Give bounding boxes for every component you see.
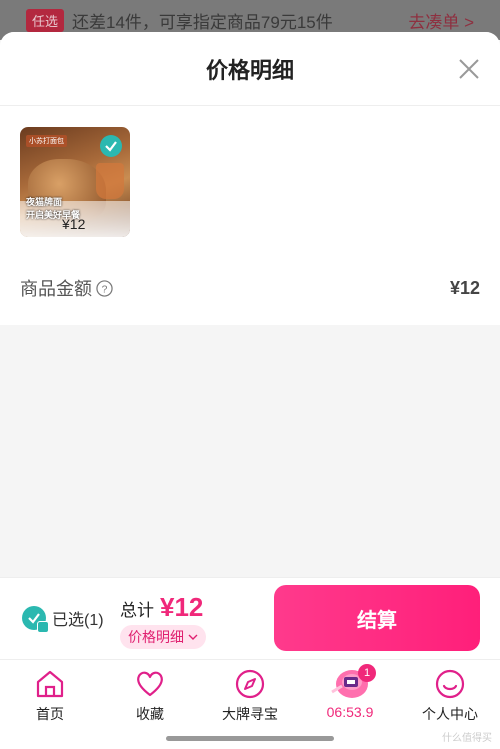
home-indicator[interactable]	[166, 736, 334, 741]
tab-home-label: 首页	[36, 706, 64, 722]
banner-text: 还差14件，可享指定商品79元15件	[72, 12, 333, 32]
total-value: ¥12	[160, 592, 204, 622]
lock-icon	[37, 621, 49, 633]
total: 总计 ¥12	[120, 592, 203, 623]
product-price: ¥12	[62, 216, 86, 232]
selected-check-icon	[22, 606, 49, 633]
tab-brand-hunt-label: 大牌寻宝	[222, 706, 278, 722]
chevron-down-icon	[188, 634, 198, 640]
countdown-timer: 06:53.9	[326, 704, 374, 720]
product-thumbnail[interactable]: 小苏打面包 夜猫牌面 开启美好早餐 ¥12	[20, 127, 130, 237]
compass-icon	[235, 669, 265, 699]
amount-value: ¥12	[449, 277, 480, 298]
tab-home[interactable]: 首页	[0, 660, 100, 749]
svg-text:?: ?	[102, 284, 108, 295]
sheet-content: 价格明细 小苏打面包 夜猫牌面 开启美好早餐 ¥12 商品金额 ? ¥12	[0, 32, 500, 325]
tab-profile-label: 个人中心	[422, 706, 478, 722]
select-all-toggle[interactable]: 已选(1)	[22, 606, 104, 633]
home-icon	[36, 670, 64, 698]
heart-icon	[137, 671, 163, 697]
amount-row: 商品金额 ? ¥12	[0, 270, 500, 306]
check-icon[interactable]	[100, 135, 122, 157]
banner-tag: 任选	[26, 8, 65, 32]
profile-icon	[435, 669, 465, 699]
banner-link[interactable]: 去凑单 >	[408, 8, 474, 33]
watermark: 什么值得买	[442, 733, 492, 744]
close-icon[interactable]	[458, 58, 480, 80]
total-label: 总计	[120, 601, 154, 620]
checkout-button[interactable]: 结算	[274, 585, 480, 651]
sheet-header: 价格明细	[0, 32, 500, 106]
checkout-bar: 已选(1) 总计 ¥12 价格明细 结算	[0, 577, 500, 659]
price-detail-label: 价格明细	[128, 629, 184, 645]
cup-image	[96, 163, 124, 199]
selected-count: 已选(1)	[52, 612, 104, 629]
price-detail-toggle[interactable]: 价格明细	[120, 625, 206, 649]
notification-badge: 1	[358, 664, 376, 682]
question-icon[interactable]: ?	[96, 279, 113, 297]
sheet-title: 价格明细	[205, 57, 294, 83]
tab-favorites-label: 收藏	[136, 706, 164, 722]
product-brand: 小苏打面包	[26, 135, 67, 147]
amount-label: 商品金额	[20, 279, 92, 299]
